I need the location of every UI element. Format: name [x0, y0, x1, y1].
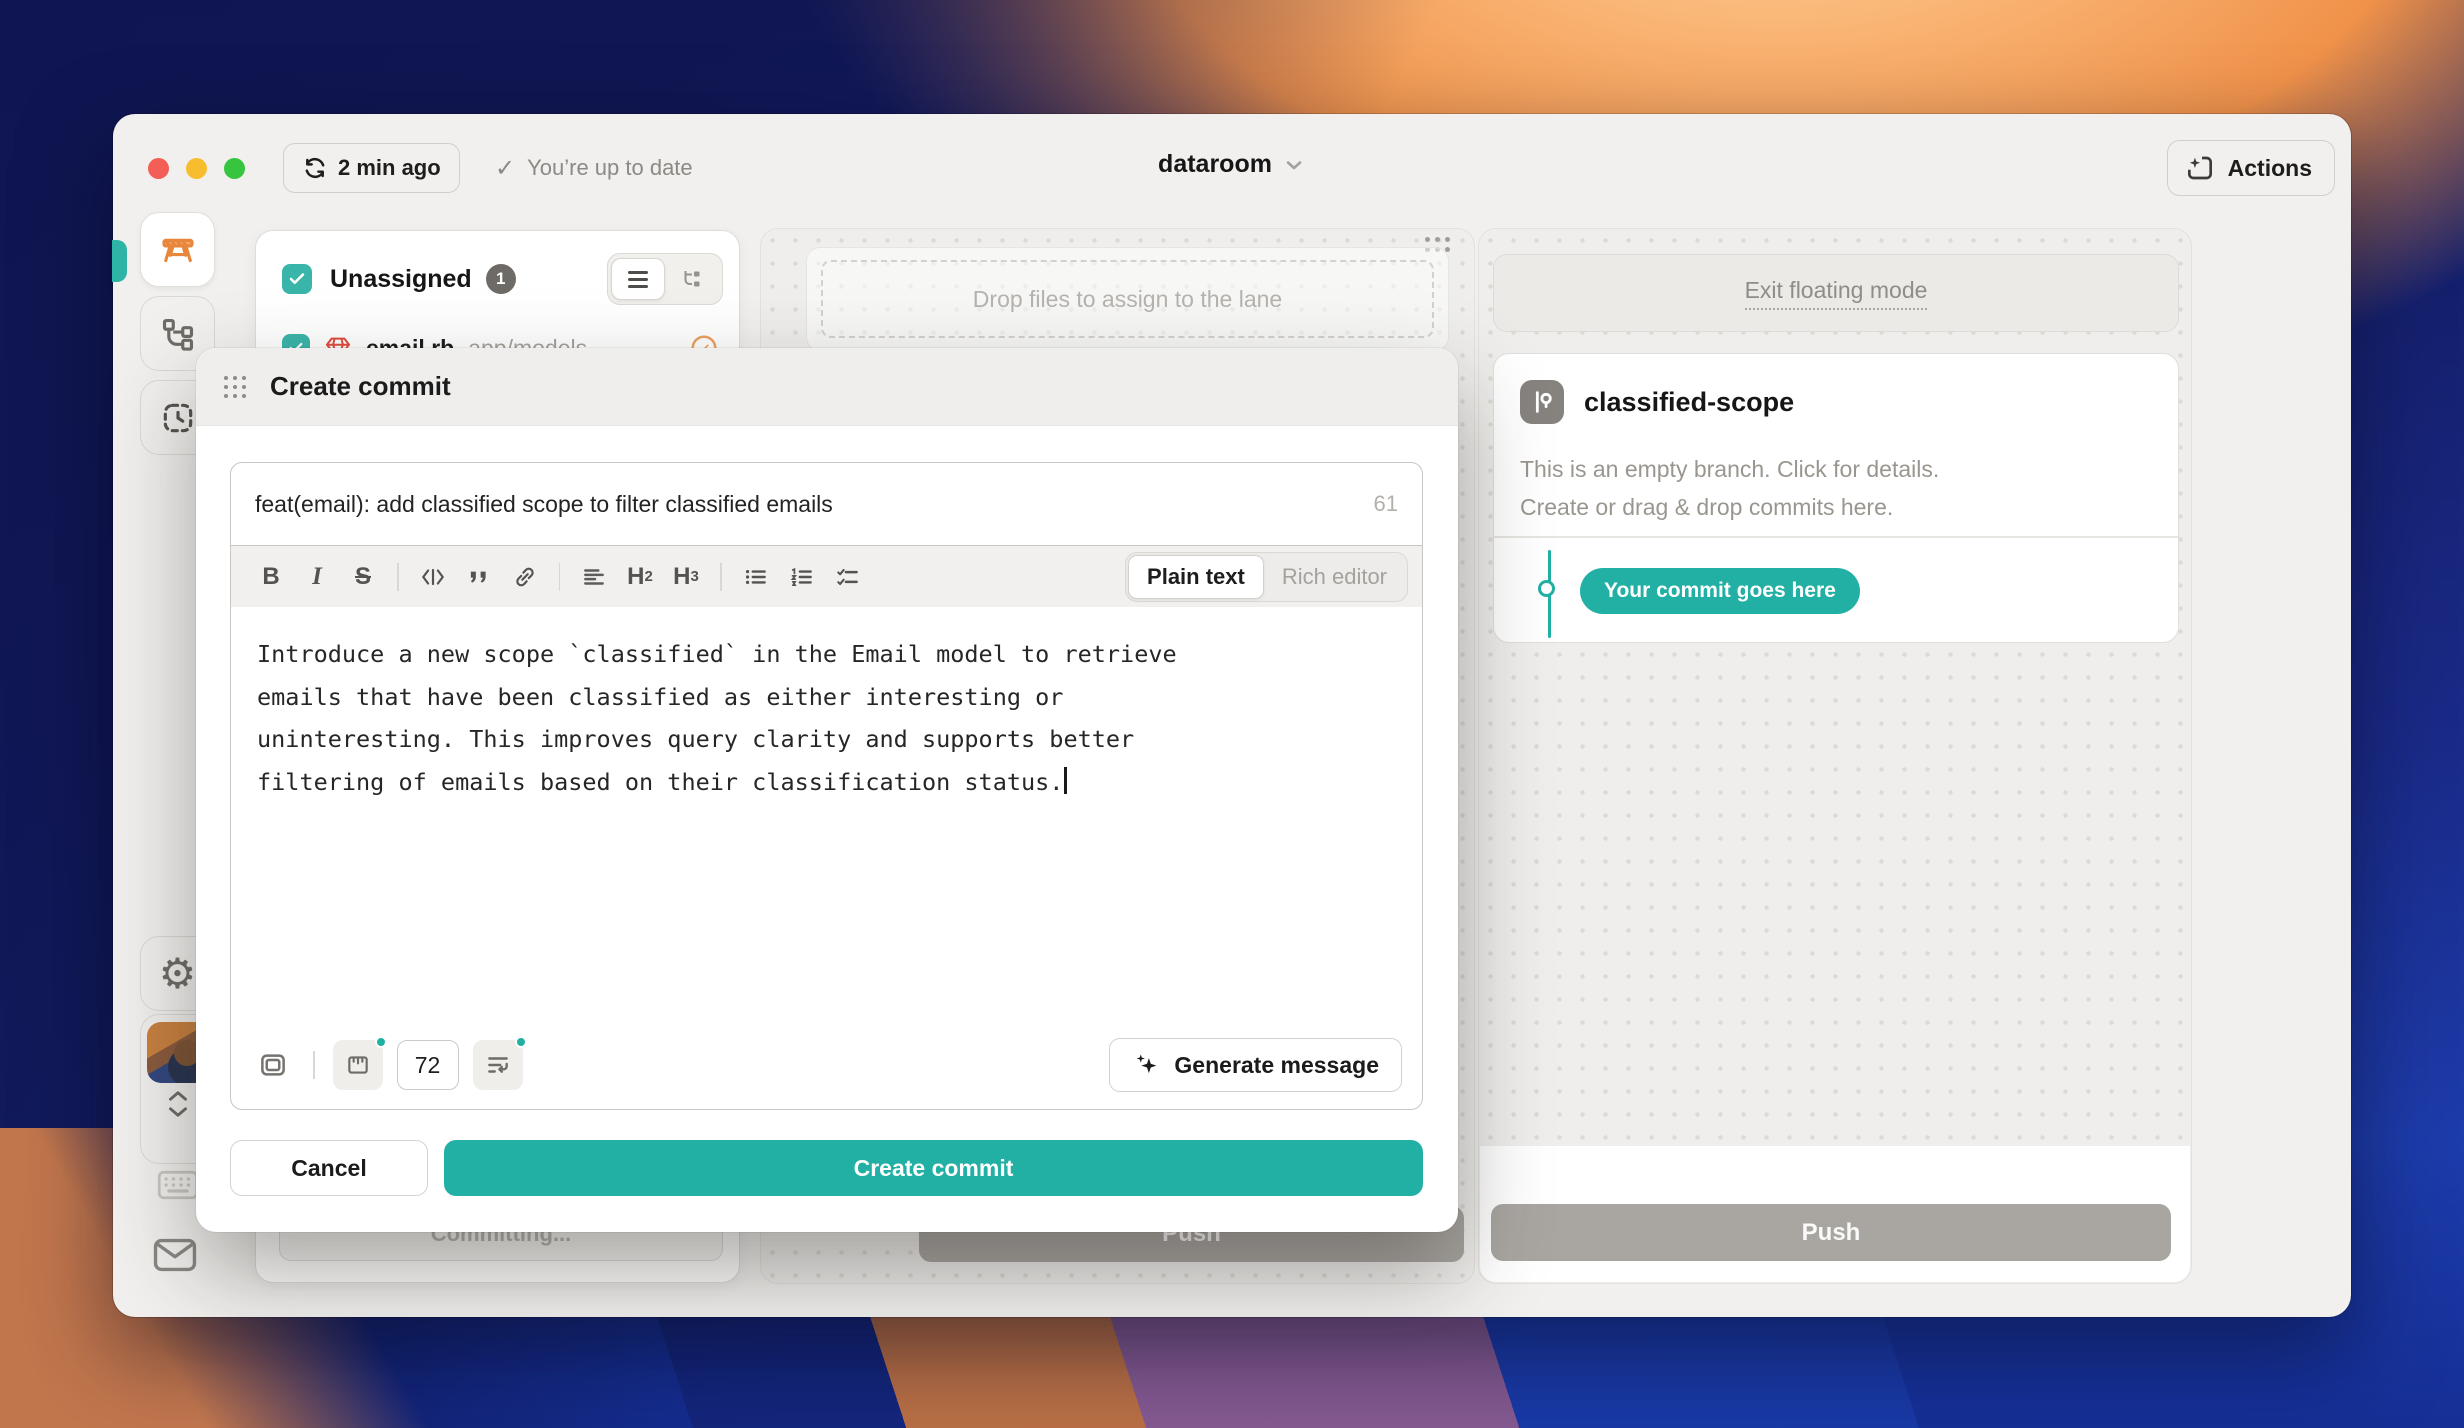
branch-icon [1528, 388, 1556, 416]
cancel-button[interactable]: Cancel [230, 1140, 428, 1196]
branch-badge [1520, 380, 1564, 424]
actions-sparkle-icon [2184, 152, 2216, 184]
cancel-label: Cancel [291, 1155, 366, 1182]
italic-button[interactable]: I [297, 557, 337, 597]
commit-message-text: Introduce a new scope `classified` in th… [257, 633, 1396, 803]
strikethrough-button[interactable]: S [343, 557, 383, 597]
branch-desc-line2: Create or drag & drop commits here. [1520, 488, 1939, 526]
quote-button[interactable] [459, 557, 499, 597]
create-commit-modal: Create commit feat(email): add classifie… [196, 348, 1458, 1232]
actions-button[interactable]: Actions [2167, 140, 2335, 196]
minimize-window-button[interactable] [186, 158, 207, 179]
commit-target-circle [1538, 580, 1555, 597]
sync-status-button[interactable]: 2 min ago [283, 143, 460, 193]
link-button[interactable] [505, 557, 545, 597]
template-icon[interactable] [251, 1043, 295, 1087]
sparkles-icon [1132, 1050, 1162, 1080]
exit-floating-mode-label: Exit floating mode [1745, 277, 1928, 310]
commit-message-textarea[interactable]: Introduce a new scope `classified` in th… [231, 607, 1422, 1021]
exit-floating-mode-button[interactable]: Exit floating mode [1493, 254, 2179, 332]
list-view-button[interactable] [611, 258, 665, 300]
actions-label: Actions [2228, 155, 2312, 182]
unassigned-checkbox[interactable] [282, 264, 312, 294]
modal-header: Create commit [196, 348, 1458, 426]
chevron-down-icon [1282, 153, 1306, 177]
plain-text-tab[interactable]: Plain text [1128, 555, 1264, 599]
modal-drag-handle-icon[interactable] [224, 376, 246, 398]
bold-button[interactable]: B [251, 557, 291, 597]
task-list-button[interactable] [828, 557, 868, 597]
commit-target-label: Your commit goes here [1604, 579, 1836, 603]
zoom-window-button[interactable] [224, 158, 245, 179]
commit-summary-text: feat(email): add classified scope to fil… [255, 491, 1358, 518]
traffic-lights [148, 158, 245, 179]
dropzone-label: Drop files to assign to the lane [973, 286, 1282, 313]
drop-target-card: Drop files to assign to the lane [806, 247, 1449, 351]
code-button[interactable] [413, 557, 453, 597]
modal-title: Create commit [270, 371, 451, 402]
tree-view-icon [680, 267, 704, 291]
view-mode-segmented [607, 253, 723, 305]
project-switcher[interactable]: dataroom [1158, 150, 1306, 179]
branch-name: classified-scope [1584, 387, 1794, 418]
close-window-button[interactable] [148, 158, 169, 179]
editor-mode-segmented: Plain text Rich editor [1125, 552, 1408, 602]
formatting-toolbar: B I S H2 H3 [231, 545, 1422, 607]
sync-time-label: 2 min ago [338, 155, 441, 181]
divider [1494, 536, 2178, 538]
wrap-width-input[interactable]: 72 [397, 1040, 459, 1090]
rich-editor-tab[interactable]: Rich editor [1264, 555, 1405, 599]
workbench-icon [157, 229, 199, 271]
dropzone[interactable]: Drop files to assign to the lane [821, 260, 1434, 338]
unassigned-title: Unassigned [330, 265, 472, 294]
generate-message-button[interactable]: Generate message [1109, 1038, 1402, 1092]
commit-target-pill: Your commit goes here [1580, 568, 1860, 614]
commit-editor: feat(email): add classified scope to fil… [230, 462, 1423, 1110]
sidebar-item-workspace[interactable] [140, 212, 215, 287]
list-view-icon [628, 271, 648, 288]
app-window: 2 min ago ✓ You’re up to date dataroom A… [113, 114, 2351, 1317]
branch-desc-line1: This is an empty branch. Click for detai… [1520, 450, 1939, 488]
wrap-toggle-button[interactable] [473, 1040, 523, 1090]
project-name: dataroom [1158, 150, 1272, 179]
heading3-button[interactable]: H3 [666, 557, 706, 597]
up-to-date-label: You’re up to date [527, 155, 693, 181]
generate-message-label: Generate message [1174, 1052, 1379, 1079]
push-label: Push [1802, 1219, 1861, 1247]
create-commit-button[interactable]: Create commit [444, 1140, 1423, 1196]
workspace-active-notch [112, 240, 127, 282]
create-commit-label: Create commit [854, 1155, 1014, 1182]
commit-summary-input[interactable]: feat(email): add classified scope to fil… [231, 463, 1422, 545]
sync-icon [302, 155, 328, 181]
check-icon: ✓ [495, 154, 515, 183]
chevron-up-down-icon [165, 1089, 191, 1119]
ruler-active-dot [375, 1036, 387, 1048]
ruler-toggle-button[interactable] [333, 1040, 383, 1090]
branch-push-button[interactable]: Push [1491, 1204, 2171, 1261]
branch-card[interactable]: classified-scope This is an empty branch… [1493, 353, 2179, 643]
unassigned-count-badge: 1 [486, 264, 516, 294]
gear-icon: ⚙ [159, 953, 197, 995]
branch-description: This is an empty branch. Click for detai… [1520, 450, 1939, 526]
numbered-list-button[interactable] [782, 557, 822, 597]
feedback-mail-icon[interactable] [153, 1238, 197, 1272]
floating-branch-lane: Exit floating mode classified-scope This [1478, 228, 2192, 1284]
wrap-active-dot [515, 1036, 527, 1048]
history-clock-icon [159, 399, 197, 437]
keyboard-shortcuts-icon[interactable] [157, 1170, 199, 1200]
bullet-list-button[interactable] [736, 557, 776, 597]
char-count: 61 [1374, 491, 1398, 517]
heading2-button[interactable]: H2 [620, 557, 660, 597]
editor-footer: 72 Generate message [231, 1021, 1422, 1109]
paragraph-button[interactable] [574, 557, 614, 597]
tree-view-button[interactable] [665, 258, 719, 300]
up-to-date-status: ✓ You’re up to date [495, 143, 693, 193]
branches-icon [159, 315, 197, 353]
